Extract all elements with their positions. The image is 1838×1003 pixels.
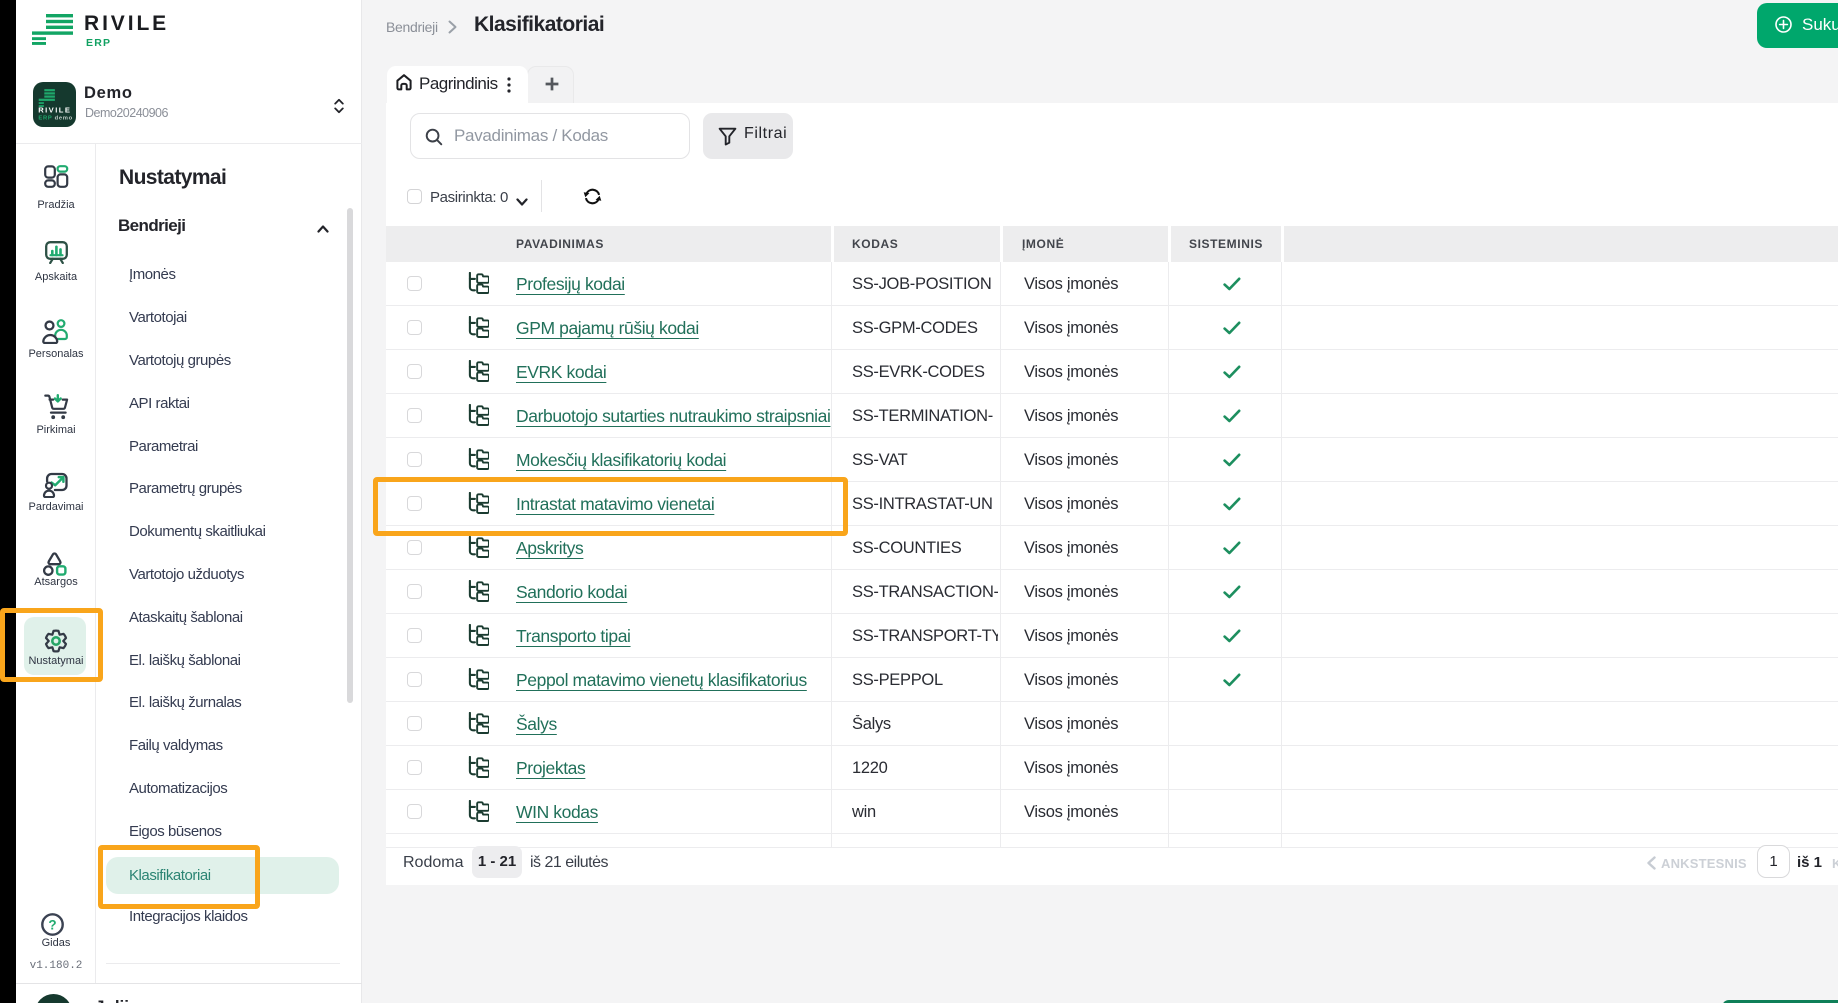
svg-text:?: ?: [48, 917, 56, 932]
svg-text:ERP demo: ERP demo: [38, 115, 73, 121]
svg-text:RIVILE: RIVILE: [38, 105, 71, 114]
